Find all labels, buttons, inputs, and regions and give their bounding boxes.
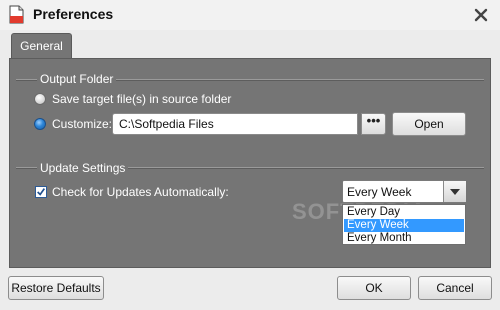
output-folder-title: Output Folder	[37, 72, 117, 86]
source-folder-label: Save target file(s) in source folder	[52, 92, 232, 106]
browse-button[interactable]: •••	[361, 113, 386, 135]
open-button[interactable]: Open	[392, 112, 466, 136]
update-frequency-dropdown: Every Day Every Week Every Month	[342, 204, 466, 245]
restore-defaults-button[interactable]: Restore Defaults	[8, 276, 104, 300]
customize-radio[interactable]	[34, 118, 46, 130]
ok-button[interactable]: OK	[337, 276, 411, 300]
option-every-week[interactable]: Every Week	[344, 219, 464, 232]
checkmark-icon	[37, 188, 46, 196]
customize-label: Customize:	[52, 117, 113, 131]
auto-update-checkbox[interactable]	[35, 186, 47, 198]
preferences-window: Preferences General Output Folder Save t…	[0, 0, 500, 310]
cancel-button[interactable]: Cancel	[418, 276, 492, 300]
more-icon: •••	[366, 113, 381, 128]
update-frequency-value: Every Week	[347, 185, 412, 199]
chevron-down-icon	[450, 189, 460, 195]
source-folder-radio[interactable]	[34, 93, 46, 105]
auto-update-label: Check for Updates Automatically:	[52, 185, 229, 199]
app-icon	[9, 5, 24, 24]
close-icon[interactable]	[470, 4, 492, 26]
tab-general[interactable]: General	[11, 33, 72, 58]
update-settings-title: Update Settings	[37, 161, 129, 175]
dropdown-arrow-button[interactable]	[443, 181, 466, 202]
window-title: Preferences	[33, 6, 114, 22]
option-every-day[interactable]: Every Day	[344, 206, 464, 219]
title-bar: Preferences	[0, 0, 500, 30]
output-path-input[interactable]: C:\Softpedia Files	[112, 113, 358, 135]
option-every-month[interactable]: Every Month	[344, 232, 464, 245]
